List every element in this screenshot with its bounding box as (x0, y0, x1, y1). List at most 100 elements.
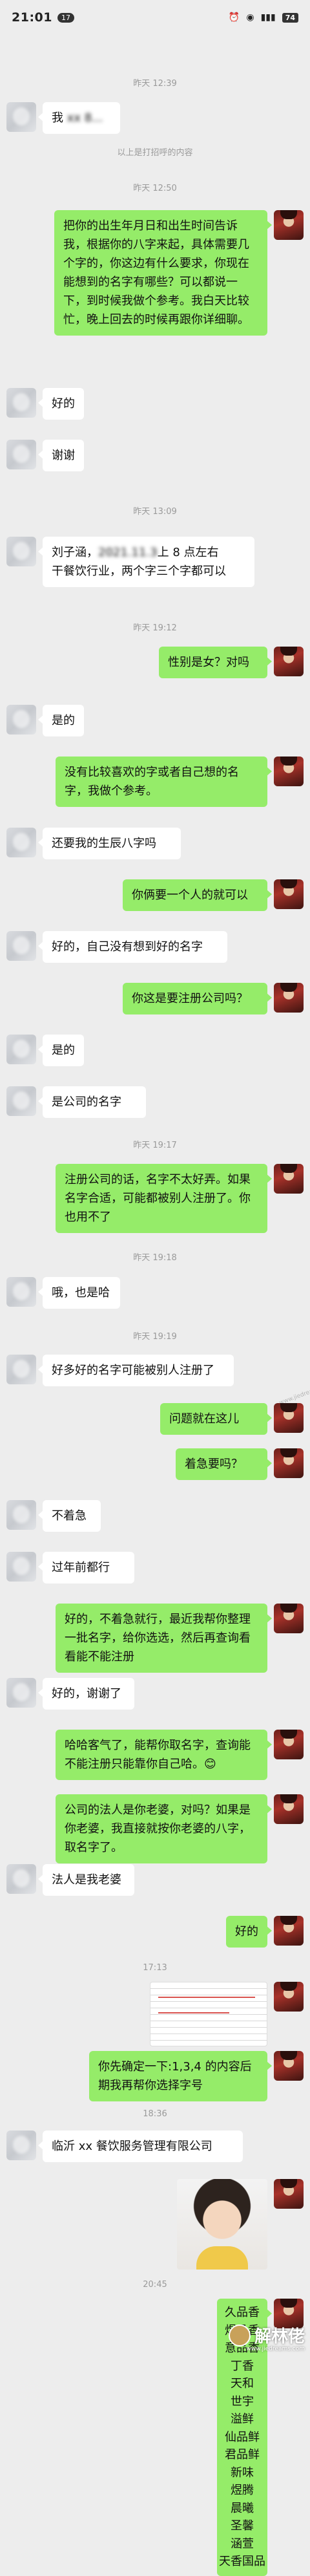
timestamp: 17:13 (143, 1963, 167, 1973)
message-bubble[interactable]: 不着急 (38, 1500, 101, 1532)
contact-avatar[interactable] (6, 388, 36, 418)
message-text-line2: 干餐饮行业，两个字三个字都可以 (52, 564, 226, 578)
my-avatar[interactable] (274, 983, 304, 1013)
message-text: 我 (52, 111, 63, 125)
message-bubble[interactable]: 刘子涵，2021.11.3上 8 点左右 干餐饮行业，两个字三个字都可以 (38, 537, 254, 587)
timestamp: 昨天 12:50 (133, 184, 177, 193)
message-bubble[interactable]: 你这是要注册公司吗？ (123, 983, 272, 1014)
message-bubble[interactable]: 注册公司的话，名字不太好弄。如果名字合适，可能都被别人注册了。你也用不了 (56, 1164, 272, 1233)
message-bubble[interactable]: 把你的出生年月日和出生时间告诉我，根据你的八字来起，具体需要几个字的，你这边有什… (54, 210, 272, 336)
my-avatar[interactable] (274, 1794, 304, 1824)
message-bubble[interactable]: 没有比较喜欢的字或者自己想的名字，我做个参考。 (56, 757, 272, 807)
message-bubble[interactable]: 哈哈客气了，能帮你取名字，查询能不能注册只能靠你自己哈。😊 (56, 1730, 272, 1780)
message-bubble[interactable]: 公司的法人是你老婆，对吗？如果是你老婆，我直接就按你老婆的八字，取名字了。 (56, 1794, 272, 1863)
contact-avatar[interactable] (6, 1035, 36, 1064)
timestamp: 昨天 12:39 (133, 79, 177, 89)
message-bubble[interactable]: 好的，自己没有想到好的名字 (38, 931, 227, 963)
clock: 21:01 (12, 10, 52, 25)
my-avatar[interactable] (274, 1982, 304, 2012)
system-notice: 以上是打招呼的内容 (117, 148, 193, 158)
name-option: 涵萱 (231, 2537, 254, 2551)
contact-avatar[interactable] (6, 1086, 36, 1116)
contact-avatar[interactable] (6, 1500, 36, 1530)
my-avatar[interactable] (274, 1448, 304, 1478)
contact-avatar[interactable] (6, 1678, 36, 1708)
name-option: 丁香 (231, 2359, 254, 2373)
message-bubble[interactable]: 哦，也是哈 (38, 1277, 120, 1309)
timestamp: 18:36 (143, 2109, 167, 2119)
contact-avatar[interactable] (6, 705, 36, 735)
my-avatar[interactable] (274, 757, 304, 786)
message-bubble[interactable]: 好的，不着急就行，最近我帮你整理一批名字，给你选选，然后再查询看看能不能注册 (56, 1604, 272, 1673)
contact-avatar[interactable] (6, 1864, 36, 1894)
highlight-line (158, 1997, 255, 1998)
signal-icon: ▮▮▮ (260, 12, 276, 23)
watermark: 解林佬 www.jiedreams.com (228, 2323, 305, 2352)
contact-avatar[interactable] (6, 102, 36, 132)
message-bubble[interactable]: 临沂 xx 餐饮服务管理有限公司 (38, 2131, 243, 2162)
my-avatar[interactable] (274, 1164, 304, 1194)
timestamp: 昨天 19:19 (133, 1332, 177, 1342)
message-bubble[interactable]: 法人是我老婆 (38, 1864, 134, 1896)
contact-avatar[interactable] (6, 828, 36, 857)
contact-avatar[interactable] (6, 1552, 36, 1582)
my-avatar[interactable] (274, 1403, 304, 1433)
name-option: 新味 (231, 2465, 254, 2480)
my-avatar[interactable] (274, 1730, 304, 1759)
timestamp: 昨天 19:18 (133, 1253, 177, 1263)
message-bubble[interactable]: 过年前都行 (38, 1552, 134, 1583)
contact-avatar[interactable] (6, 1277, 36, 1307)
message-bubble[interactable]: 你先确定一下:1,3,4 的内容后期我再帮你选择字号 (89, 2051, 272, 2101)
my-avatar[interactable] (274, 1916, 304, 1946)
highlight-line (158, 2012, 229, 2013)
message-bubble[interactable]: 你俩要一个人的就可以 (123, 879, 272, 911)
status-bar: 21:01 17 ⏰ ◉ ▮▮▮ 74 (0, 0, 310, 35)
my-avatar[interactable] (274, 1604, 304, 1633)
my-avatar[interactable] (274, 2051, 304, 2081)
my-avatar[interactable] (274, 2179, 304, 2209)
message-bubble[interactable]: 好的，谢谢了 (38, 1678, 134, 1710)
my-avatar[interactable] (274, 647, 304, 676)
photo-figure (196, 2246, 248, 2270)
watermark-logo-icon (228, 2324, 251, 2346)
timestamp: 昨天 19:12 (133, 623, 177, 633)
name-option: 煜腾 (231, 2484, 254, 2497)
name-option: 天和 (231, 2377, 254, 2390)
message-bubble[interactable]: 着急要吗？ (176, 1448, 272, 1480)
message-bubble[interactable]: 还要我的生辰八字吗 (38, 828, 181, 859)
message-bubble[interactable]: 谢谢 (38, 440, 84, 471)
timestamp: 昨天 13:09 (133, 507, 177, 517)
timestamp: 昨天 19:17 (133, 1141, 177, 1150)
name-option: 溢鲜 (231, 2412, 254, 2426)
name-option: 晨曦 (231, 2501, 254, 2515)
redacted-text: xx 8... (67, 111, 103, 125)
contact-avatar[interactable] (6, 1355, 36, 1384)
message-bubble[interactable]: 是的 (38, 705, 84, 736)
my-avatar[interactable] (274, 210, 304, 240)
name-option: 仙品鲜 (225, 2430, 260, 2444)
name-option: 世宇 (231, 2394, 254, 2409)
contact-avatar[interactable] (6, 931, 36, 961)
message-bubble[interactable]: 我 xx 8... (38, 102, 120, 134)
wifi-icon: ◉ (246, 12, 254, 23)
name-option: 天香国品 (219, 2555, 265, 2568)
contact-avatar[interactable] (6, 440, 36, 469)
message-text-tail: 上 8 点左右 (157, 546, 219, 559)
watermark-url: www.jiedreams.com (246, 2346, 305, 2352)
message-bubble[interactable]: 问题就在这儿 (160, 1403, 272, 1435)
message-bubble[interactable]: 性别是女？对吗 (159, 647, 272, 678)
name-option: 久品香 (225, 2306, 260, 2319)
watermark-text: 解林佬 (254, 2327, 305, 2346)
message-bubble[interactable]: 好的 (38, 388, 84, 420)
message-bubble[interactable]: 是公司的名字 (38, 1086, 146, 1118)
message-bubble[interactable]: 好多好的名字可能被别人注册了 (38, 1355, 234, 1386)
alarm-icon: ⏰ (228, 12, 240, 23)
contact-avatar[interactable] (6, 537, 36, 566)
status-icons: ⏰ ◉ ▮▮▮ 74 (229, 12, 298, 23)
message-bubble[interactable]: 好的 (226, 1916, 272, 1948)
image-message-document[interactable] (150, 1982, 267, 2046)
message-bubble[interactable]: 是的 (38, 1035, 84, 1066)
contact-avatar[interactable] (6, 2131, 36, 2160)
my-avatar[interactable] (274, 879, 304, 909)
image-message-photo[interactable] (177, 2179, 267, 2270)
